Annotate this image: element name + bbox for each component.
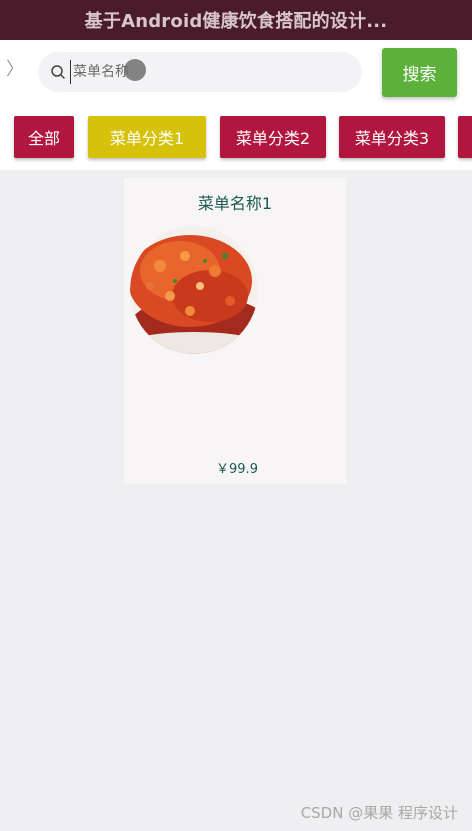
app-title-bar: 基于Android健康饮食搭配的设计...: [0, 0, 472, 40]
app-title: 基于Android健康饮食搭配的设计...: [84, 11, 388, 32]
search-icon: [51, 65, 65, 79]
search-button[interactable]: 搜索: [382, 48, 457, 97]
chevron-left-icon[interactable]: 〉: [6, 60, 24, 80]
menu-item-price: ￥99.9: [216, 462, 258, 477]
search-row: 〉 搜索: [0, 40, 472, 104]
menu-item-card[interactable]: 菜单名称1 ￥99.9: [124, 178, 346, 484]
touch-indicator: [124, 59, 146, 81]
category-2[interactable]: 菜单分类2: [220, 116, 326, 158]
category-all[interactable]: 全部: [14, 116, 74, 158]
menu-item-name: 菜单名称1: [197, 194, 273, 213]
category-1[interactable]: 菜单分类1: [88, 116, 206, 158]
category-3[interactable]: 菜单分类3: [339, 116, 445, 158]
category-tabs: 全部 菜单分类1 菜单分类2 菜单分类3: [0, 104, 472, 170]
watermark: CSDN @果果 程序设计: [300, 804, 458, 822]
search-box[interactable]: [38, 52, 362, 92]
menu-item-image: [130, 226, 258, 354]
search-input[interactable]: [70, 60, 350, 84]
category-4-partial[interactable]: [458, 116, 472, 158]
